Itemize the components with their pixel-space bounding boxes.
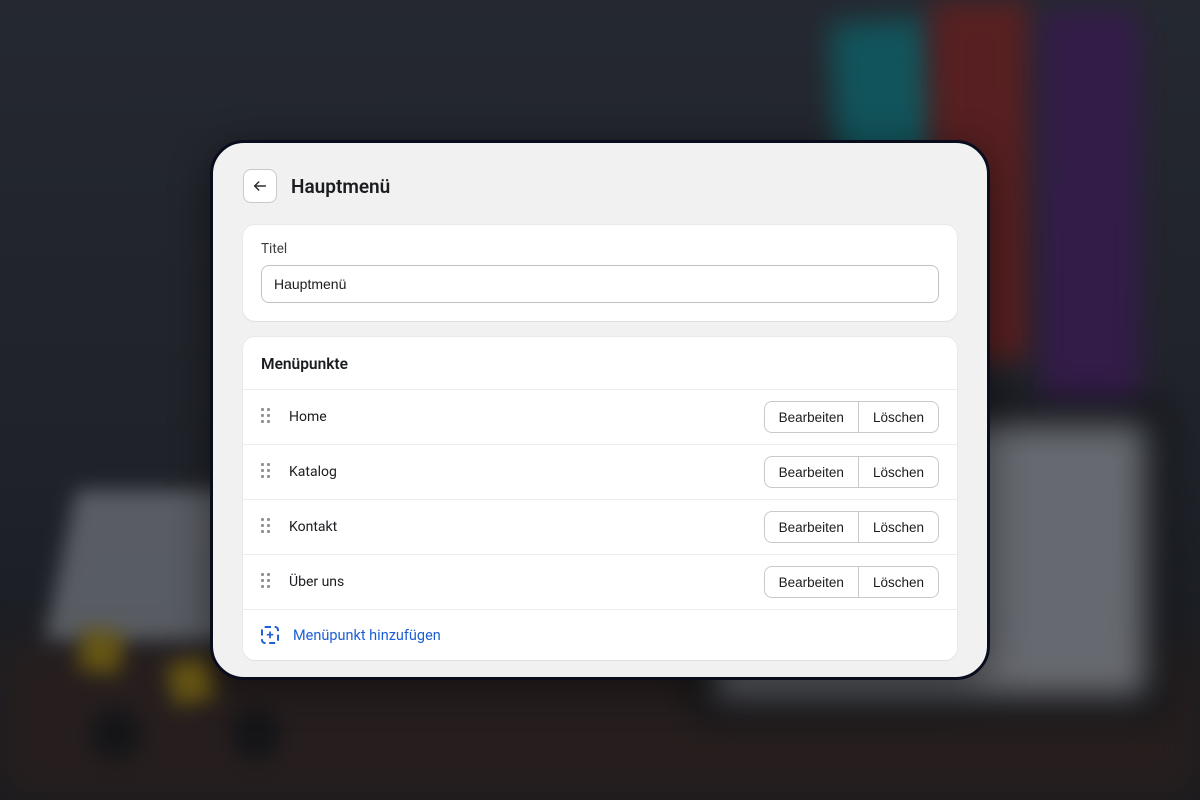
menu-items-heading: Menüpunkte: [243, 337, 957, 390]
menu-item-actions: BearbeitenLöschen: [764, 456, 939, 488]
title-field-label: Titel: [261, 241, 939, 257]
menu-item-row: Über uns BearbeitenLöschen: [243, 555, 957, 610]
drag-handle-icon[interactable]: [261, 573, 273, 591]
menu-item-actions: BearbeitenLöschen: [764, 566, 939, 598]
delete-button[interactable]: Löschen: [859, 456, 939, 488]
menu-item-row: Katalog BearbeitenLöschen: [243, 445, 957, 500]
menu-items-card: Menüpunkte HomeBearbeitenLöschenKatalogB…: [243, 337, 957, 660]
drag-handle-icon[interactable]: [261, 463, 273, 481]
page-title: Hauptmenü: [291, 175, 390, 198]
delete-button[interactable]: Löschen: [859, 511, 939, 543]
menu-item-label: Über uns: [289, 574, 344, 590]
back-button[interactable]: [243, 169, 277, 203]
menu-item-row: Home BearbeitenLöschen: [243, 390, 957, 445]
title-input[interactable]: [261, 265, 939, 303]
delete-button[interactable]: Löschen: [859, 401, 939, 433]
edit-button[interactable]: Bearbeiten: [764, 401, 859, 433]
drag-handle-icon[interactable]: [261, 408, 273, 426]
menu-item-actions: BearbeitenLöschen: [764, 511, 939, 543]
edit-button[interactable]: Bearbeiten: [764, 566, 859, 598]
add-menu-item-button[interactable]: + Menüpunkt hinzufügen: [243, 610, 957, 660]
arrow-left-icon: [252, 178, 268, 194]
navigation-editor-panel: Hauptmenü Titel Menüpunkte Home Bearbeite…: [210, 140, 990, 680]
title-card: Titel: [243, 225, 957, 321]
menu-item-actions: BearbeitenLöschen: [764, 401, 939, 433]
menu-item-label: Kontakt: [289, 519, 337, 535]
add-menu-item-label: Menüpunkt hinzufügen: [293, 627, 441, 644]
menu-item-label: Katalog: [289, 464, 337, 480]
menu-item-label: Home: [289, 409, 327, 425]
edit-button[interactable]: Bearbeiten: [764, 456, 859, 488]
plus-dashed-icon: +: [261, 626, 279, 644]
delete-button[interactable]: Löschen: [859, 566, 939, 598]
menu-item-row: Kontakt BearbeitenLöschen: [243, 500, 957, 555]
drag-handle-icon[interactable]: [261, 518, 273, 536]
edit-button[interactable]: Bearbeiten: [764, 511, 859, 543]
